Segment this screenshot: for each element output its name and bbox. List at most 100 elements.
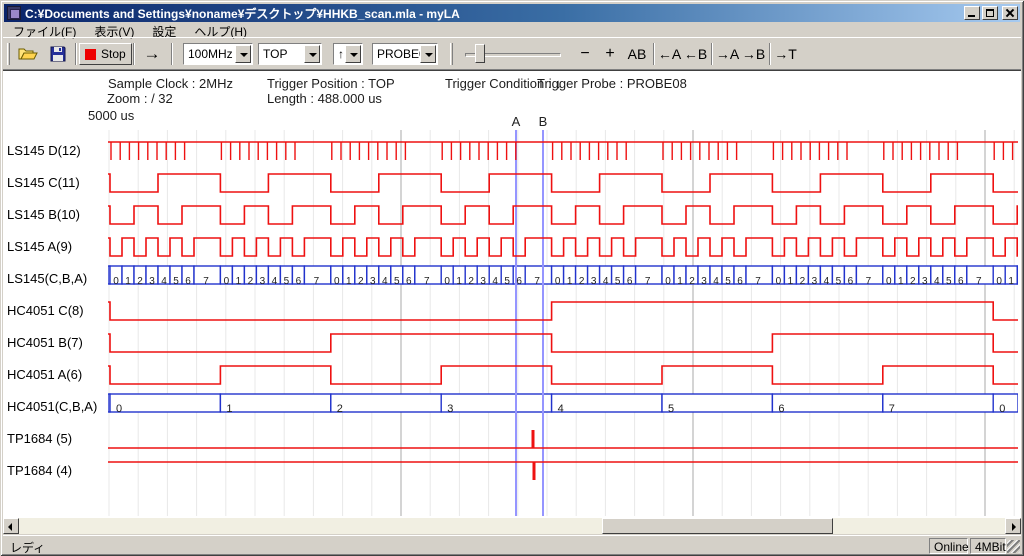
trigger-edge-value: ↑ bbox=[338, 47, 344, 61]
minimize-button[interactable] bbox=[964, 6, 980, 20]
dropdown-arrow-icon[interactable] bbox=[420, 45, 436, 63]
svg-text:3: 3 bbox=[701, 276, 707, 287]
svg-text:1: 1 bbox=[226, 403, 232, 415]
svg-text:0: 0 bbox=[334, 276, 340, 287]
wave-ls145-b-10 bbox=[108, 206, 1018, 224]
svg-text:7: 7 bbox=[976, 276, 982, 287]
app-icon[interactable] bbox=[7, 6, 21, 20]
svg-text:3: 3 bbox=[370, 276, 376, 287]
svg-text:6: 6 bbox=[958, 276, 964, 287]
stop-square-icon bbox=[85, 49, 96, 60]
trigger-edge-select[interactable]: ↑ bbox=[333, 43, 363, 65]
svg-text:6: 6 bbox=[185, 276, 191, 287]
svg-text:5: 5 bbox=[394, 276, 400, 287]
svg-text:7: 7 bbox=[424, 276, 430, 287]
svg-text:1: 1 bbox=[346, 276, 352, 287]
svg-text:4: 4 bbox=[824, 276, 830, 287]
trigger-position-value: TOP bbox=[263, 47, 287, 61]
svg-text:2: 2 bbox=[248, 276, 254, 287]
goto-trigger-button[interactable]: →T bbox=[773, 43, 798, 65]
minimize-icon bbox=[968, 15, 975, 17]
svg-text:7: 7 bbox=[534, 276, 540, 287]
save-file-button[interactable] bbox=[45, 42, 71, 66]
svg-text:3: 3 bbox=[922, 276, 928, 287]
svg-text:1: 1 bbox=[125, 276, 131, 287]
ab-button[interactable]: AB bbox=[624, 43, 650, 65]
svg-text:2: 2 bbox=[137, 276, 143, 287]
svg-text:1: 1 bbox=[456, 276, 462, 287]
svg-text:5: 5 bbox=[946, 276, 952, 287]
svg-text:5: 5 bbox=[615, 276, 621, 287]
svg-text:4: 4 bbox=[161, 276, 167, 287]
svg-text:7: 7 bbox=[645, 276, 651, 287]
waveform-view[interactable]: 0123456701234567012345670123456701234567… bbox=[3, 71, 1021, 518]
svg-text:3: 3 bbox=[260, 276, 266, 287]
open-file-button[interactable] bbox=[15, 42, 41, 66]
svg-text:1: 1 bbox=[898, 276, 904, 287]
wave-hc4051-c-8 bbox=[108, 302, 1018, 320]
maximize-button[interactable] bbox=[982, 6, 998, 20]
svg-text:3: 3 bbox=[591, 276, 597, 287]
svg-text:0: 0 bbox=[444, 276, 450, 287]
toolbar-separator bbox=[133, 43, 135, 65]
stop-button[interactable]: Stop bbox=[79, 43, 132, 65]
toolbar-gripper[interactable] bbox=[7, 43, 10, 65]
toolbar-separator bbox=[171, 43, 173, 65]
waveform-client-area[interactable]: Sample Clock : 2MHz Zoom : / 32 Trigger … bbox=[3, 70, 1021, 518]
sample-clock-select[interactable]: 100MHz bbox=[183, 43, 253, 65]
svg-text:2: 2 bbox=[910, 276, 916, 287]
sample-clock-value: 100MHz bbox=[188, 47, 233, 61]
wave-ls145-a-9 bbox=[108, 238, 1018, 256]
svg-text:1: 1 bbox=[677, 276, 683, 287]
wave-ls145-d-12 bbox=[108, 142, 1018, 160]
scroll-right-button[interactable] bbox=[1005, 518, 1021, 534]
status-bar: レディ Online 4MBit bbox=[3, 535, 1021, 554]
goto-a-right-button[interactable]: →A bbox=[715, 43, 740, 65]
trigger-position-select[interactable]: TOP bbox=[258, 43, 322, 65]
wave-tp1684-4 bbox=[108, 462, 1018, 480]
dropdown-arrow-icon[interactable] bbox=[304, 45, 320, 63]
scroll-left-button[interactable] bbox=[3, 518, 19, 534]
svg-text:1: 1 bbox=[567, 276, 573, 287]
svg-text:6: 6 bbox=[627, 276, 633, 287]
close-button[interactable] bbox=[1002, 6, 1018, 20]
trigger-probe-select[interactable]: PROBE00 bbox=[372, 43, 438, 65]
svg-text:0: 0 bbox=[224, 276, 230, 287]
svg-text:A: A bbox=[512, 114, 521, 129]
svg-text:0: 0 bbox=[999, 403, 1005, 415]
zoom-in-button[interactable]: + bbox=[599, 43, 621, 65]
goto-b-right-button[interactable]: →B bbox=[741, 43, 766, 65]
svg-text:6: 6 bbox=[778, 403, 784, 415]
run-button[interactable]: → bbox=[137, 43, 167, 65]
app-window: C:¥Documents and Settings¥noname¥デスクトップ¥… bbox=[0, 0, 1024, 556]
title-bar: C:¥Documents and Settings¥noname¥デスクトップ¥… bbox=[4, 4, 1020, 22]
zoom-out-button[interactable]: − bbox=[574, 43, 596, 65]
slider-thumb[interactable] bbox=[475, 44, 485, 63]
resize-grip[interactable] bbox=[1007, 540, 1020, 553]
svg-text:B: B bbox=[539, 114, 548, 129]
toolbar-separator bbox=[769, 43, 771, 65]
svg-text:5: 5 bbox=[725, 276, 731, 287]
goto-a-left-button[interactable]: ←A bbox=[657, 43, 682, 65]
floppy-disk-icon bbox=[50, 46, 66, 62]
bus-cells bbox=[108, 266, 1018, 412]
goto-b-left-button[interactable]: ←B bbox=[683, 43, 708, 65]
svg-text:7: 7 bbox=[755, 276, 761, 287]
svg-text:3: 3 bbox=[480, 276, 486, 287]
svg-text:7: 7 bbox=[203, 276, 209, 287]
svg-text:0: 0 bbox=[886, 276, 892, 287]
time-grid bbox=[109, 130, 1014, 516]
digital-waveforms bbox=[108, 142, 1018, 480]
dropdown-arrow-icon[interactable] bbox=[235, 45, 251, 63]
svg-text:0: 0 bbox=[113, 276, 119, 287]
scrollbar-thumb[interactable] bbox=[602, 518, 833, 534]
toolbar-gripper[interactable] bbox=[450, 43, 453, 65]
stop-label: Stop bbox=[101, 47, 126, 61]
horizontal-scrollbar[interactable] bbox=[3, 518, 1021, 534]
svg-text:1: 1 bbox=[788, 276, 794, 287]
zoom-slider[interactable] bbox=[463, 43, 563, 65]
svg-text:5: 5 bbox=[668, 403, 674, 415]
dropdown-arrow-icon[interactable] bbox=[345, 45, 361, 63]
svg-text:3: 3 bbox=[812, 276, 818, 287]
svg-text:4: 4 bbox=[272, 276, 278, 287]
